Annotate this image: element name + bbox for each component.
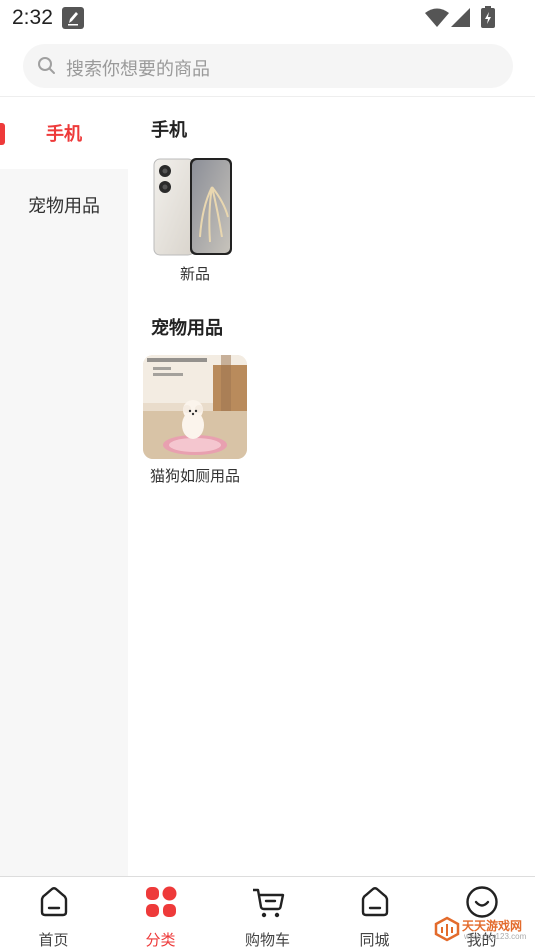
sidebar-item-label: 宠物用品: [28, 196, 100, 216]
status-time: 2:32: [12, 6, 53, 29]
watermark-url: www.ttyx123.com: [464, 932, 527, 941]
category-content: 手机 新品 宠物用品 猫狗如厕用品: [128, 97, 535, 876]
local-icon: [361, 887, 388, 917]
search-icon: [38, 57, 55, 74]
sidebar-item-label: 手机: [46, 124, 82, 144]
sidebar-item-pet-supplies[interactable]: 宠物用品: [0, 169, 128, 241]
sidebar-item-phones[interactable]: 手机: [0, 97, 128, 169]
nav-local[interactable]: 同城: [321, 885, 428, 950]
signal-icon: [451, 8, 470, 27]
product-new-phone[interactable]: 新品: [140, 157, 250, 284]
search-input[interactable]: 搜索你想要的商品: [23, 44, 513, 88]
phone-product-image: [150, 157, 240, 257]
nav-label: 分类: [145, 932, 176, 949]
cart-icon: [252, 888, 284, 918]
category-sidebar: 手机 宠物用品: [0, 97, 128, 876]
status-bar: 2:32: [0, 0, 535, 36]
wifi-icon: [425, 8, 449, 27]
battery-icon: [481, 6, 495, 28]
nav-label: 购物车: [244, 932, 290, 949]
product-pet-toilet[interactable]: 猫狗如厕用品: [140, 355, 250, 486]
watermark: 天天游戏网 www.ttyx123.com: [434, 913, 534, 945]
home-icon: [40, 887, 67, 917]
section-title-pet-supplies: 宠物用品: [151, 318, 223, 338]
edit-notification-icon: [62, 7, 84, 29]
search-placeholder: 搜索你想要的商品: [66, 59, 210, 79]
nav-label: 同城: [359, 932, 390, 949]
product-name: 猫狗如厕用品: [149, 468, 240, 485]
pet-product-image: [143, 355, 247, 459]
product-name: 新品: [179, 266, 210, 283]
nav-label: 首页: [38, 932, 69, 949]
nav-cart[interactable]: 购物车: [214, 885, 321, 950]
watermark-logo-icon: [434, 916, 460, 942]
active-indicator: [0, 123, 5, 145]
nav-home[interactable]: 首页: [0, 885, 107, 950]
section-title-phones: 手机: [151, 120, 187, 140]
nav-category[interactable]: 分类: [107, 885, 214, 950]
category-icon: [145, 886, 176, 917]
